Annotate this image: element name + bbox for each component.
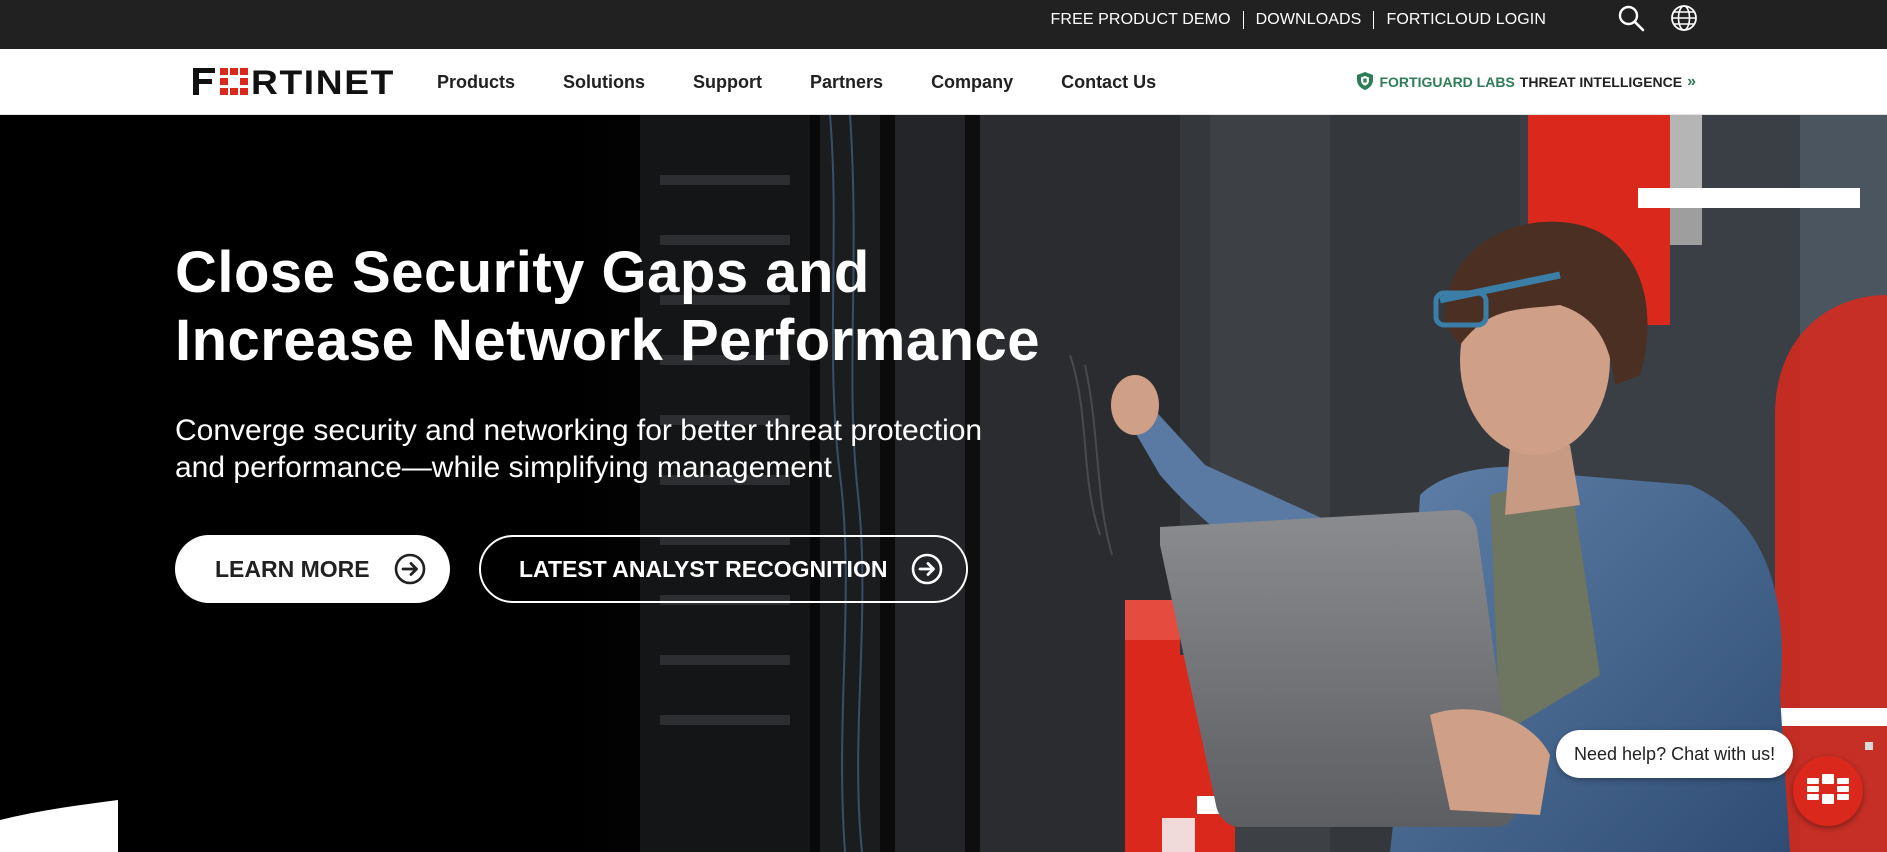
fortinet-mark-icon	[1807, 772, 1849, 811]
fortinet-logo[interactable]: RTINET	[193, 64, 395, 102]
chat-prompt-text: Need help? Chat with us!	[1574, 743, 1776, 764]
globe-icon[interactable]	[1668, 2, 1700, 34]
hero-subtitle: Converge security and networking for bet…	[175, 412, 1075, 486]
hero-title-line-1: Close Security Gaps and	[175, 240, 870, 305]
free-product-demo-link[interactable]: FREE PRODUCT DEMO	[1051, 11, 1231, 29]
logo-mark-icon	[220, 68, 248, 95]
fortiguard-link[interactable]: FORTIGUARD LABS THREAT INTELLIGENCE »	[1357, 49, 1696, 115]
arrow-circle-right-icon	[394, 553, 426, 585]
shield-icon	[1357, 71, 1374, 93]
hero-subtitle-line-1: Converge security and networking for bet…	[175, 414, 983, 447]
nav-solutions[interactable]: Solutions	[563, 72, 645, 93]
nav-company[interactable]: Company	[931, 72, 1013, 93]
utility-divider	[1373, 11, 1375, 29]
utility-bar: FREE PRODUCT DEMO DOWNLOADS FORTICLOUD L…	[0, 0, 1887, 49]
arrow-circle-right-icon	[911, 553, 943, 585]
learn-more-label: LEARN MORE	[215, 555, 370, 582]
utility-links: FREE PRODUCT DEMO DOWNLOADS FORTICLOUD L…	[1051, 0, 1546, 40]
double-chevron-icon: »	[1687, 73, 1696, 90]
search-icon[interactable]	[1615, 2, 1647, 34]
forticloud-login-link[interactable]: FORTICLOUD LOGIN	[1386, 11, 1546, 29]
primary-nav: Products Solutions Support Partners Comp…	[437, 49, 1204, 115]
chat-launcher-button[interactable]	[1793, 756, 1863, 826]
nav-contact-us[interactable]: Contact Us	[1061, 72, 1156, 93]
latest-analyst-recognition-label: LATEST ANALYST RECOGNITION	[519, 555, 888, 582]
downloads-link[interactable]: DOWNLOADS	[1256, 11, 1362, 29]
hero-title: Close Security Gaps and Increase Network…	[175, 239, 1075, 375]
nav-products[interactable]: Products	[437, 72, 515, 93]
nav-partners[interactable]: Partners	[810, 72, 883, 93]
chat-prompt-bubble[interactable]: Need help? Chat with us!	[1556, 730, 1794, 778]
hero-subtitle-line-2: and performance—while simplifying manage…	[175, 451, 832, 484]
main-nav: RTINET Products Solutions Support Partne…	[0, 49, 1887, 115]
utility-divider	[1242, 11, 1244, 29]
hero-title-line-2: Increase Network Performance	[175, 308, 1041, 373]
svg-text:RTINET: RTINET	[251, 68, 395, 95]
fortiguard-labs-label: FORTIGUARD LABS	[1379, 74, 1515, 90]
latest-analyst-recognition-button[interactable]: LATEST ANALYST RECOGNITION	[479, 535, 968, 603]
nav-support[interactable]: Support	[693, 72, 762, 93]
learn-more-button[interactable]: LEARN MORE	[175, 535, 450, 603]
threat-intelligence-label: THREAT INTELLIGENCE	[1519, 74, 1683, 90]
